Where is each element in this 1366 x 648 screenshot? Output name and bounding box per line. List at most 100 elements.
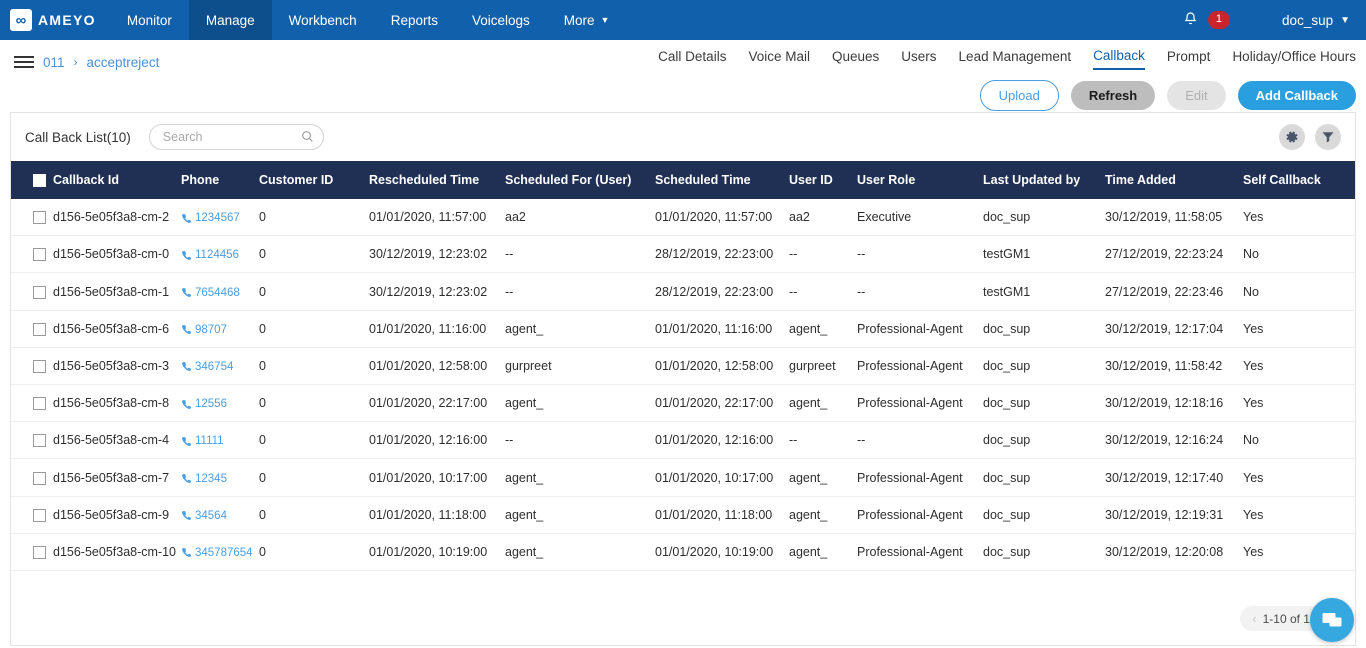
sub-navigation-tabs: Call Details Voice Mail Queues Users Lea… — [658, 48, 1356, 70]
column-header-self-callback[interactable]: Self Callback — [1243, 161, 1355, 199]
cell-time-added: 30/12/2019, 12:20:08 — [1105, 533, 1243, 572]
cell-time-added: 30/12/2019, 12:17:04 — [1105, 310, 1243, 348]
cell-phone: 12556 — [181, 384, 259, 423]
column-header-user-id[interactable]: User ID — [789, 161, 857, 199]
row-checkbox[interactable] — [33, 508, 46, 522]
cell-scheduled-time: 01/01/2020, 11:57:00 — [655, 199, 789, 237]
cell-user-role: Executive — [857, 199, 983, 237]
table-row[interactable]: d156-5e05f3a8-cm-6 98707 0 01/01/2020, 11:1… — [11, 310, 1355, 348]
add-callback-button[interactable]: Add Callback — [1237, 81, 1356, 110]
table-row[interactable]: d156-5e05f3a8-cm-0 1124456 0 30/12/2019, 12… — [11, 235, 1355, 274]
column-header-last-updated-by[interactable]: Last Updated by — [983, 161, 1105, 199]
tab-callback[interactable]: Callback — [1093, 48, 1145, 70]
tab-users[interactable]: Users — [901, 49, 936, 69]
tab-prompt[interactable]: Prompt — [1167, 49, 1211, 69]
table-row[interactable]: d156-5e05f3a8-cm-8 12556 0 01/01/2020, 22:1… — [11, 384, 1355, 423]
row-checkbox[interactable] — [33, 397, 46, 411]
row-checkbox[interactable] — [33, 211, 46, 225]
cell-last-updated-by: doc_sup — [983, 310, 1105, 348]
cell-callback-id: d156-5e05f3a8-cm-3 — [53, 347, 181, 386]
breadcrumb-root[interactable]: 011 — [43, 55, 65, 70]
cell-scheduled-time: 28/12/2019, 22:23:00 — [655, 272, 789, 311]
table-row[interactable]: d156-5e05f3a8-cm-9 34564 0 01/01/2020, 11:1… — [11, 496, 1355, 534]
tab-lead-management[interactable]: Lead Management — [959, 49, 1072, 69]
tab-call-details[interactable]: Call Details — [658, 49, 726, 69]
tab-voice-mail[interactable]: Voice Mail — [748, 49, 810, 69]
column-header-callback-id[interactable]: Callback Id — [53, 161, 181, 199]
cell-self-callback: No — [1243, 421, 1355, 460]
column-header-scheduled-for[interactable]: Scheduled For (User) — [505, 161, 655, 199]
gear-icon[interactable] — [1279, 124, 1305, 150]
row-checkbox-cell — [11, 421, 53, 460]
bell-icon[interactable] — [1183, 11, 1198, 30]
select-all-checkbox[interactable] — [33, 174, 46, 188]
column-header-phone[interactable]: Phone — [181, 161, 259, 199]
row-checkbox[interactable] — [33, 360, 46, 374]
table-row[interactable]: d156-5e05f3a8-cm-4 11111 0 01/01/2020, 12:1… — [11, 421, 1355, 460]
chevron-left-icon[interactable]: ‹ — [1252, 611, 1256, 626]
cell-self-callback: Yes — [1243, 533, 1355, 572]
cell-phone: 7654468 — [181, 272, 259, 311]
cell-self-callback: Yes — [1243, 310, 1355, 348]
column-header-time-added[interactable]: Time Added — [1105, 161, 1243, 199]
cell-self-callback: No — [1243, 272, 1355, 311]
cell-time-added: 30/12/2019, 12:19:31 — [1105, 496, 1243, 534]
search-icon[interactable] — [301, 130, 314, 143]
brand-logo[interactable]: ∞ AMEYO — [0, 0, 110, 40]
nav-item-reports[interactable]: Reports — [374, 0, 455, 40]
row-checkbox-cell — [11, 199, 53, 237]
user-menu[interactable]: doc_sup ▼ — [1282, 13, 1350, 28]
breadcrumb-current[interactable]: acceptreject — [87, 55, 160, 70]
search-input[interactable] — [148, 124, 324, 150]
tab-queues[interactable]: Queues — [832, 49, 879, 69]
sub-header: 011 › acceptreject Call Details Voice Ma… — [0, 40, 1366, 111]
table-row[interactable]: d156-5e05f3a8-cm-1 7654468 0 30/12/2019, 12… — [11, 272, 1355, 311]
phone-link[interactable]: 98707 — [181, 324, 227, 336]
nav-item-monitor[interactable]: Monitor — [110, 0, 189, 40]
nav-item-workbench[interactable]: Workbench — [272, 0, 374, 40]
notification-count-badge[interactable]: 1 — [1207, 11, 1231, 29]
phone-icon — [181, 287, 195, 299]
nav-item-manage[interactable]: Manage — [188, 0, 272, 40]
row-checkbox[interactable] — [33, 434, 46, 448]
cell-scheduled-for: -- — [505, 272, 655, 311]
phone-link[interactable]: 34564 — [181, 510, 227, 522]
chat-bubbles-icon[interactable] — [1310, 598, 1354, 642]
phone-link[interactable]: 12345 — [181, 473, 227, 485]
funnel-filter-icon[interactable] — [1315, 124, 1341, 150]
column-header-user-role[interactable]: User Role — [857, 161, 983, 199]
cell-customer-id: 0 — [259, 310, 369, 348]
cell-self-callback: No — [1243, 235, 1355, 274]
table-row[interactable]: d156-5e05f3a8-cm-7 12345 0 01/01/2020, 10:1… — [11, 458, 1355, 497]
refresh-button[interactable]: Refresh — [1070, 81, 1156, 110]
phone-link[interactable]: 1234567 — [181, 212, 240, 224]
row-checkbox[interactable] — [33, 285, 46, 299]
table-row[interactable]: d156-5e05f3a8-cm-2 1234567 0 01/01/2020, 11… — [11, 199, 1355, 237]
hamburger-menu-icon[interactable] — [14, 56, 34, 68]
column-header-scheduled-time[interactable]: Scheduled Time — [655, 161, 789, 199]
phone-link[interactable]: 1124456 — [181, 249, 239, 261]
row-checkbox[interactable] — [33, 322, 46, 336]
column-header-rescheduled-time[interactable]: Rescheduled Time — [369, 161, 505, 199]
phone-link[interactable]: 346754 — [181, 361, 233, 373]
cell-phone: 1234567 — [181, 199, 259, 237]
table-row[interactable]: d156-5e05f3a8-cm-10 345787654 0 01/01/2020,… — [11, 533, 1355, 572]
nav-item-more[interactable]: More ▼ — [547, 0, 627, 40]
ameyo-infinity-logo-icon: ∞ — [10, 9, 32, 31]
select-all-header — [11, 161, 53, 199]
cell-user-id: agent_ — [789, 458, 857, 497]
row-checkbox[interactable] — [33, 471, 46, 485]
tab-holiday-office-hours[interactable]: Holiday/Office Hours — [1232, 49, 1356, 69]
phone-link[interactable]: 12556 — [181, 398, 227, 410]
phone-link[interactable]: 11111 — [181, 435, 224, 447]
row-checkbox[interactable] — [33, 248, 46, 262]
phone-link[interactable]: 7654468 — [181, 287, 240, 299]
column-header-customer-id[interactable]: Customer ID — [259, 161, 369, 199]
phone-link[interactable]: 345787654 — [181, 547, 253, 559]
nav-item-voicelogs[interactable]: Voicelogs — [455, 0, 547, 40]
phone-icon — [181, 473, 195, 485]
table-row[interactable]: d156-5e05f3a8-cm-3 346754 0 01/01/2020, 12:… — [11, 347, 1355, 386]
search-box — [148, 124, 324, 150]
row-checkbox[interactable] — [33, 546, 46, 560]
upload-button[interactable]: Upload — [979, 80, 1059, 111]
